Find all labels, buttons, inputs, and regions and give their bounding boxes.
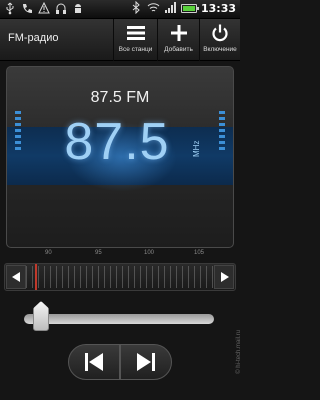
skip-previous-icon — [85, 353, 103, 371]
android-icon — [71, 2, 84, 16]
power-label: Включение — [203, 46, 237, 53]
all-stations-label: Все станци — [118, 46, 153, 53]
tuner-scale — [26, 266, 214, 288]
frequency-unit: MHz — [192, 140, 201, 157]
skip-next-icon — [137, 353, 155, 371]
tick-label: 100 — [144, 250, 155, 256]
power-button[interactable]: Включение — [199, 19, 240, 61]
phone-icon — [20, 2, 33, 16]
signal-meter-right — [219, 111, 225, 150]
watermark: © hi-tech.mail.ru — [236, 330, 242, 374]
frequency-readout: 87.5 — [64, 113, 170, 171]
tuner-scale-labels: 90 95 100 105 — [0, 250, 240, 260]
headphones-icon — [54, 2, 67, 16]
next-station-button[interactable] — [120, 344, 172, 380]
volume-slider-thumb[interactable] — [33, 301, 49, 331]
wifi-icon — [147, 1, 160, 15]
list-icon — [126, 26, 145, 40]
signal-icon — [164, 1, 177, 15]
frequency-display: 87.5 FM 87.5 MHz — [6, 66, 234, 248]
volume-slider-track[interactable] — [24, 314, 214, 324]
warning-icon — [37, 1, 50, 16]
tuner-needle[interactable] — [35, 264, 37, 290]
triangle-left-icon — [11, 272, 20, 282]
notification-icons — [3, 1, 84, 16]
add-label: Добавить — [164, 46, 193, 53]
triangle-right-icon — [220, 272, 229, 282]
tune-down-button[interactable] — [6, 265, 26, 289]
status-bar: 13:33 — [0, 0, 240, 19]
signal-meter-left — [15, 111, 21, 150]
clock: 13:33 — [200, 1, 236, 15]
previous-station-button[interactable] — [68, 344, 120, 380]
title-bar: FM-радио Все станци Добавить Включение — [0, 19, 240, 61]
all-stations-button[interactable]: Все станци — [113, 19, 157, 61]
tick-label: 90 — [45, 250, 52, 256]
tune-up-button[interactable] — [214, 265, 234, 289]
tick-label: 95 — [95, 250, 102, 256]
power-icon — [212, 24, 228, 42]
bluetooth-icon — [130, 0, 143, 15]
usb-icon — [3, 2, 16, 16]
page-title: FM-радио — [8, 32, 59, 44]
add-button[interactable]: Добавить — [157, 19, 199, 61]
battery-icon — [180, 3, 199, 13]
station-label: 87.5 FM — [90, 89, 150, 106]
tick-label: 105 — [194, 250, 205, 256]
plus-icon — [170, 25, 187, 41]
status-right: 13:33 — [130, 0, 236, 15]
